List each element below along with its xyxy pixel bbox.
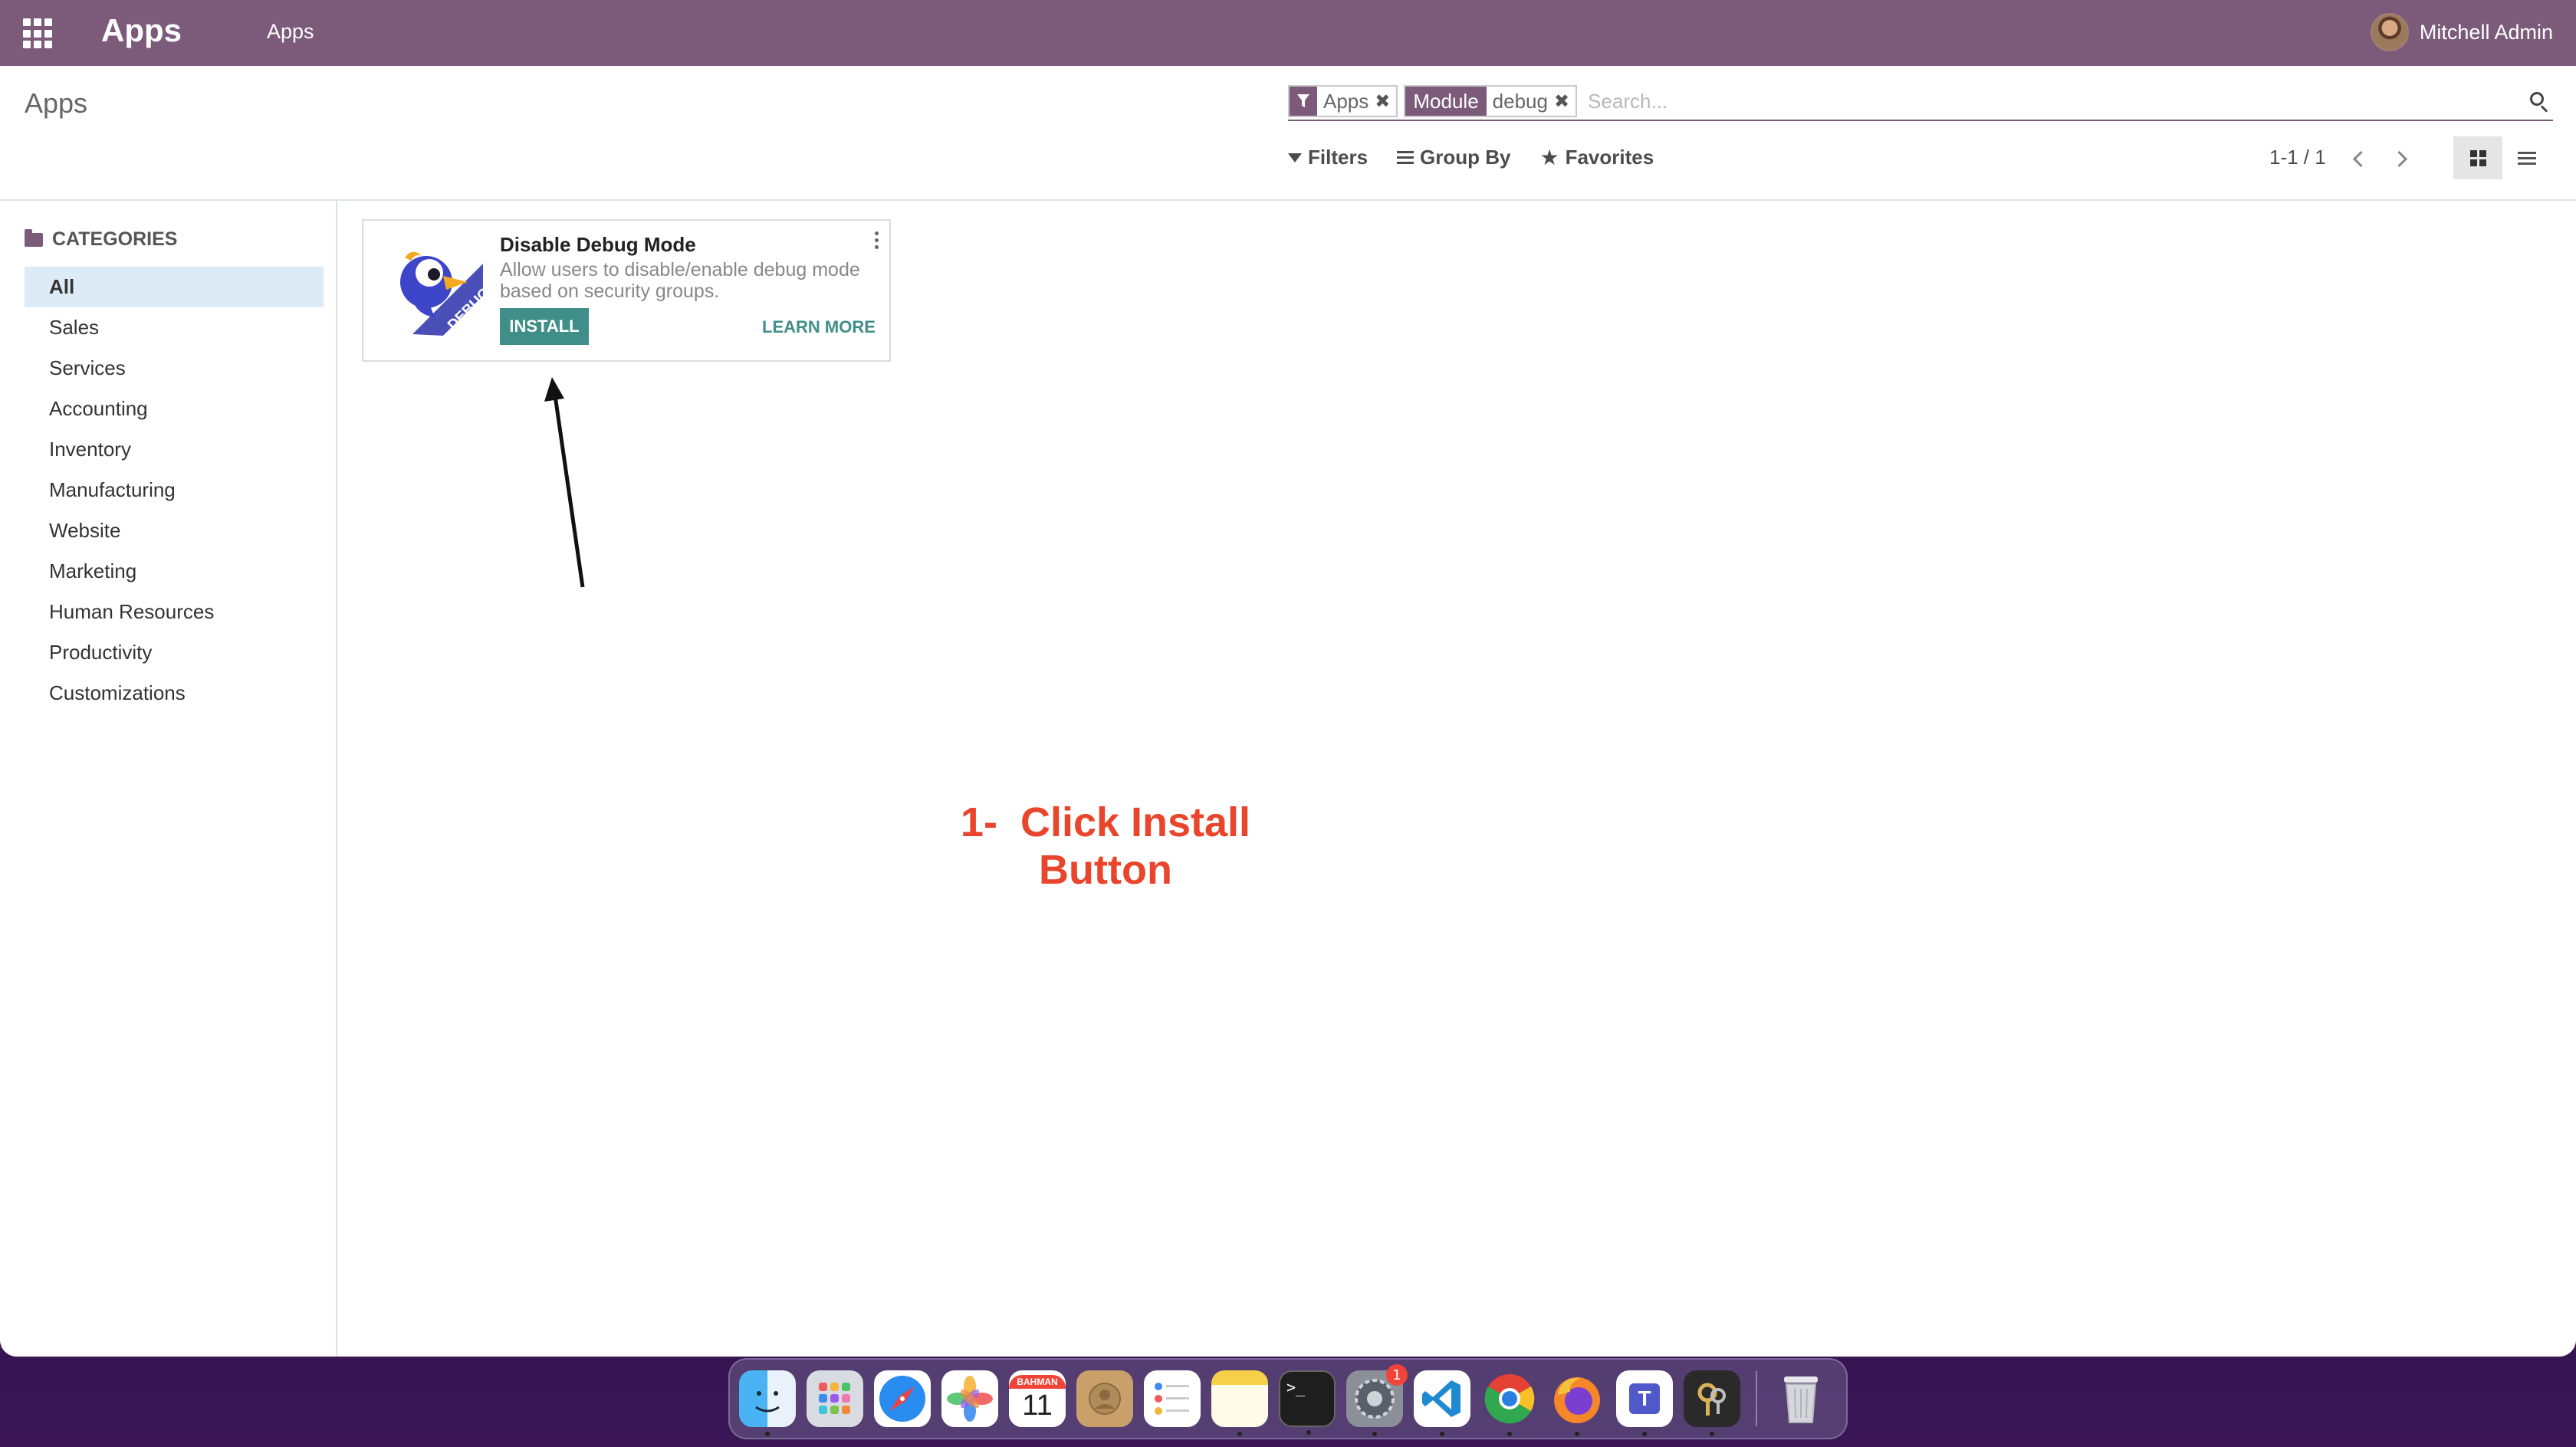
nav-menu-apps[interactable]: Apps [267,20,314,44]
finder-icon[interactable] [739,1370,796,1436]
category-item-inventory[interactable]: Inventory [25,429,324,470]
category-item-customizations[interactable]: Customizations [25,673,324,714]
app-description: Allow users to disable/enable debug mode… [500,259,860,302]
facet-remove-icon[interactable]: ✖ [1552,90,1576,113]
category-item-manufacturing[interactable]: Manufacturing [25,470,324,510]
notification-badge: 1 [1386,1364,1408,1386]
contacts-icon[interactable] [1076,1370,1133,1427]
teams-icon[interactable]: T [1616,1370,1673,1436]
install-button[interactable]: INSTALL [500,308,589,345]
page-title: Apps [25,87,88,119]
facet-label: Module [1405,87,1487,116]
keychain-icon[interactable] [1684,1370,1740,1436]
photos-icon[interactable] [941,1370,998,1427]
chrome-icon[interactable] [1481,1370,1538,1436]
favorites-label: Favorites [1565,146,1654,169]
calendar-icon[interactable]: BAHMAN 11 [1009,1370,1066,1427]
search-facet-apps: Apps ✖ [1288,85,1398,117]
top-navbar: Apps Apps Mitchell Admin [0,0,2576,66]
search-input[interactable] [1583,85,2522,117]
app-menu-grid-icon[interactable] [23,18,54,49]
reminders-icon[interactable] [1144,1370,1201,1427]
search-options: Filters Group By ★ Favorites [1288,146,1654,169]
group-by-button[interactable]: Group By [1397,146,1510,169]
module-logo: DEBUG [382,242,493,343]
category-list: All Sales Services Accounting Inventory … [25,267,324,714]
control-panel: Apps Apps ✖ Module debug ✖ Filte [0,66,2576,201]
trash-icon[interactable] [1773,1370,1829,1427]
annotation-label: 1- Click Install Button [960,799,1251,893]
app-card[interactable]: DEBUG Disable Debug Mode Allow users to … [362,219,891,362]
favorites-button[interactable]: ★ Favorites [1539,146,1654,169]
user-menu[interactable]: Mitchell Admin [2370,11,2553,54]
filter-icon [1290,87,1317,116]
category-sidebar: CATEGORIES All Sales Services Accounting… [0,201,337,1357]
list-icon [1397,151,1414,164]
terminal-glyph: >_ [1286,1378,1306,1396]
kanban-icon [2469,149,2486,166]
learn-more-link[interactable]: LEARN MORE [762,317,876,337]
firefox-icon[interactable] [1549,1370,1605,1436]
kanban-view-button[interactable] [2453,136,2502,179]
search-facet-module: Module debug ✖ [1404,85,1578,117]
calendar-month: BAHMAN [1009,1375,1066,1389]
category-item-services[interactable]: Services [25,348,324,389]
notes-icon[interactable] [1211,1370,1268,1436]
pager: 1-1 / 1 [2269,146,2412,169]
star-icon: ★ [1539,145,1559,169]
macos-dock: BAHMAN 11 >_ 1 T [728,1358,1848,1439]
chevron-left-icon[interactable] [2348,147,2369,169]
facet-remove-icon[interactable]: ✖ [1373,90,1396,113]
category-item-human-resources[interactable]: Human Resources [25,592,324,632]
category-item-accounting[interactable]: Accounting [25,389,324,429]
browser-window: Apps Apps Mitchell Admin Apps Apps ✖ Mod… [0,0,2576,1357]
dock-separator [1756,1371,1757,1426]
launchpad-icon[interactable] [807,1370,863,1427]
category-item-marketing[interactable]: Marketing [25,551,324,592]
facet-value: debug [1492,89,1548,113]
categories-title: CATEGORIES [52,228,178,250]
chevron-right-icon[interactable] [2390,147,2412,169]
brand-title[interactable]: Apps [101,12,182,49]
avatar [2370,13,2409,51]
folder-icon [25,228,43,247]
category-item-all[interactable]: All [25,267,324,307]
app-title: Disable Debug Mode [500,233,696,256]
search-bar: Apps ✖ Module debug ✖ [1288,83,2553,121]
settings-icon[interactable]: 1 [1346,1364,1408,1436]
filter-icon [1288,153,1302,162]
search-icon[interactable] [2522,86,2553,116]
group-by-label: Group By [1420,146,1511,169]
user-name: Mitchell Admin [2419,20,2553,44]
list-view-button[interactable] [2502,136,2551,179]
category-item-sales[interactable]: Sales [25,307,324,348]
safari-icon[interactable] [874,1370,931,1427]
vscode-icon[interactable] [1414,1370,1470,1436]
list-view-icon [2518,151,2536,165]
calendar-day: 11 [1022,1390,1053,1422]
teams-glyph: T [1629,1383,1660,1414]
filters-button[interactable]: Filters [1288,146,1368,169]
category-item-productivity[interactable]: Productivity [25,632,324,673]
kanban-content: DEBUG Disable Debug Mode Allow users to … [339,201,2576,1357]
facet-value: Apps [1323,89,1369,113]
terminal-icon[interactable]: >_ [1279,1370,1336,1435]
category-item-website[interactable]: Website [25,510,324,551]
card-menu-icon[interactable] [872,231,880,249]
pager-value[interactable]: 1-1 / 1 [2269,146,2326,169]
filters-label: Filters [1308,146,1368,169]
view-switcher [2453,136,2551,179]
categories-header: CATEGORIES [25,228,177,251]
